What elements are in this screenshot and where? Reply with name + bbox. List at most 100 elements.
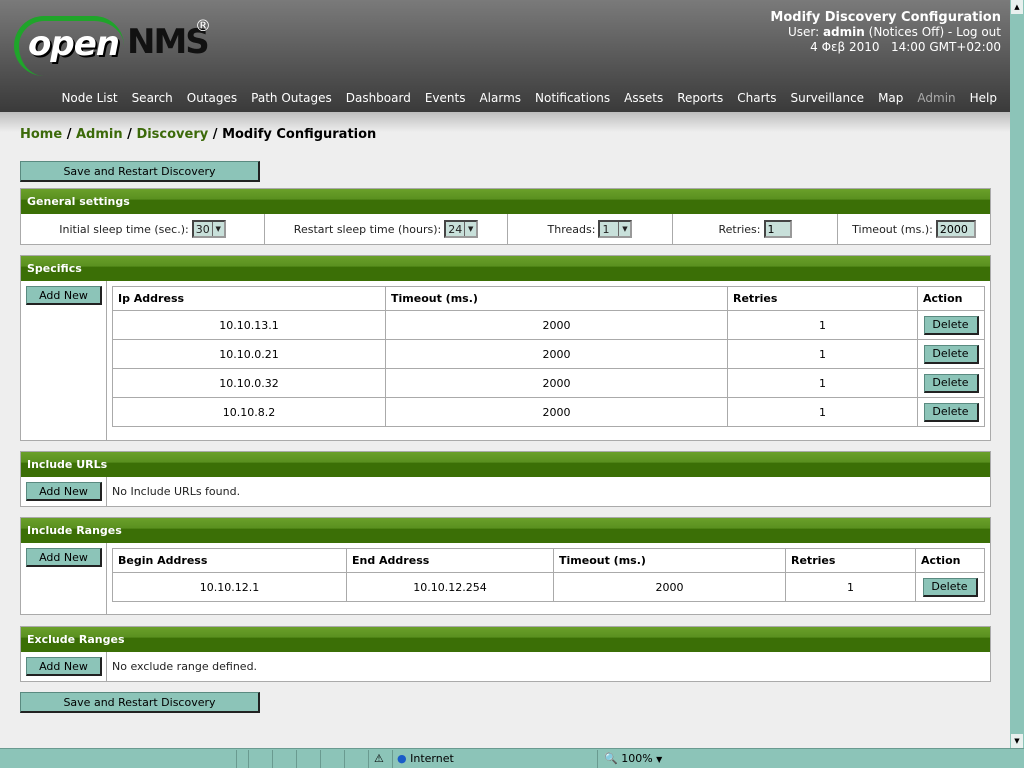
table-cell: 2000	[385, 368, 728, 398]
breadcrumb-admin[interactable]: Admin	[76, 127, 123, 142]
timeout-label: Timeout (ms.):	[852, 222, 933, 236]
section-title: Specifics	[21, 256, 990, 281]
initial-sleep-select[interactable]: 30 ▼	[191, 220, 226, 238]
retries-label: Retries:	[718, 222, 761, 236]
table-row: 10.10.12.1 10.10.12.254 2000 1 Delete	[112, 572, 985, 602]
chevron-down-icon: ▼	[211, 222, 224, 236]
zoom-control[interactable]: 🔍 100% ▼	[597, 749, 677, 768]
table-cell: 10.10.12.254	[346, 572, 554, 602]
nav-reports[interactable]: Reports	[677, 91, 723, 105]
nav-node-list[interactable]: Node List	[61, 91, 117, 105]
chevron-down-icon: ▼	[618, 222, 631, 236]
section-title: Exclude Ranges	[21, 627, 990, 652]
opennms-logo[interactable]: open NMS ®	[14, 12, 224, 76]
breadcrumb-discovery[interactable]: Discovery	[136, 127, 208, 142]
breadcrumb-home[interactable]: Home	[20, 127, 62, 142]
magnifier-icon: 🔍	[604, 751, 618, 765]
popup-blocked-icon[interactable]: ⚠	[368, 749, 392, 768]
table-cell: 1	[727, 339, 918, 369]
column-header: Action	[915, 548, 985, 573]
column-header: Begin Address	[112, 548, 347, 573]
section-title: Include Ranges	[21, 518, 990, 543]
include-urls-section: Include URLs Add New No Include URLs fou…	[20, 451, 991, 507]
column-header: Action	[917, 286, 985, 311]
table-cell: 1	[785, 572, 916, 602]
section-title: General settings	[21, 189, 990, 214]
delete-button[interactable]: Delete	[922, 577, 978, 597]
nav-admin[interactable]: Admin	[917, 91, 955, 105]
scrollbar[interactable]: ▲ ▼	[1010, 0, 1024, 748]
datetime: 4 Φεβ 2010 14:00 GMT+02:00	[810, 40, 1001, 54]
include-ranges-table: Begin Address End Address Timeout (ms.) Ret…	[112, 548, 985, 602]
status-bar: ⚠ ● Internet 🔍 100% ▼	[0, 748, 1024, 768]
delete-button[interactable]: Delete	[923, 373, 979, 393]
nav-dashboard[interactable]: Dashboard	[346, 91, 411, 105]
threads-label: Threads:	[547, 222, 596, 236]
nav-notifications[interactable]: Notifications	[535, 91, 610, 105]
add-range-button[interactable]: Add New	[26, 548, 102, 567]
threads-select[interactable]: 1 ▼	[598, 220, 633, 238]
nav-help[interactable]: Help	[970, 91, 997, 105]
table-cell: 10.10.12.1	[112, 572, 347, 602]
restart-sleep-label: Restart sleep time (hours):	[293, 222, 442, 236]
restart-sleep-select[interactable]: 24 ▼	[444, 220, 479, 238]
action-cell: Delete	[915, 572, 985, 602]
nav-surveillance[interactable]: Surveillance	[790, 91, 864, 105]
table-cell: 10.10.8.2	[112, 397, 386, 427]
logout-link[interactable]: Log out	[956, 25, 1001, 39]
security-zone: Internet	[410, 751, 454, 765]
table-cell: 2000	[553, 572, 786, 602]
table-cell: 2000	[385, 310, 728, 340]
empty-message: No Include URLs found.	[112, 485, 241, 498]
breadcrumb: Home / Admin / Discovery / Modify Config…	[20, 127, 377, 142]
save-restart-button-top[interactable]: Save and Restart Discovery	[20, 161, 260, 182]
table-row: 10.10.13.1 2000 1 Delete	[112, 310, 985, 340]
nav-map[interactable]: Map	[878, 91, 903, 105]
nav-events[interactable]: Events	[425, 91, 466, 105]
exclude-ranges-section: Exclude Ranges Add New No exclude range …	[20, 626, 991, 682]
retries-input[interactable]	[763, 220, 792, 238]
table-row: 10.10.8.2 2000 1 Delete	[112, 397, 985, 427]
table-cell: 1	[727, 397, 918, 427]
delete-button[interactable]: Delete	[923, 344, 979, 364]
user-label: User:	[787, 25, 820, 39]
column-header: Retries	[727, 286, 918, 311]
nav-search[interactable]: Search	[132, 91, 173, 105]
globe-icon: ●	[397, 751, 407, 765]
column-header: Ip Address	[112, 286, 386, 311]
specifics-table: Ip Address Timeout (ms.) Retries Action 10.1…	[112, 286, 985, 427]
add-url-button[interactable]: Add New	[26, 482, 102, 501]
table-cell: 10.10.0.32	[112, 368, 386, 398]
nav-charts[interactable]: Charts	[737, 91, 776, 105]
action-cell: Delete	[917, 368, 985, 398]
empty-message: No exclude range defined.	[112, 660, 258, 673]
add-specific-button[interactable]: Add New	[26, 286, 102, 305]
save-restart-button-bottom[interactable]: Save and Restart Discovery	[20, 692, 260, 713]
notices-status: (Notices Off) -	[868, 25, 953, 39]
section-title: Include URLs	[21, 452, 990, 477]
table-row: 10.10.0.21 2000 1 Delete	[112, 339, 985, 369]
header: open NMS ® Modify Discovery Configuration …	[0, 0, 1010, 112]
nav-alarms[interactable]: Alarms	[479, 91, 521, 105]
scroll-down-icon[interactable]: ▼	[1011, 734, 1023, 748]
nav-assets[interactable]: Assets	[624, 91, 663, 105]
add-exclude-button[interactable]: Add New	[26, 657, 102, 676]
table-cell: 10.10.0.21	[112, 339, 386, 369]
delete-button[interactable]: Delete	[923, 315, 979, 335]
table-cell: 1	[727, 368, 918, 398]
timeout-input[interactable]	[935, 220, 976, 238]
main-nav: Node List Search Outages Path Outages Dashbo…	[61, 91, 997, 105]
scroll-up-icon[interactable]: ▲	[1011, 0, 1023, 14]
delete-button[interactable]: Delete	[923, 402, 979, 422]
nav-outages[interactable]: Outages	[187, 91, 237, 105]
chevron-down-icon: ▼	[656, 754, 663, 764]
page-heading: Modify Discovery Configuration	[770, 10, 1001, 25]
table-row: 10.10.0.32 2000 1 Delete	[112, 368, 985, 398]
column-header: Timeout (ms.)	[553, 548, 786, 573]
nav-path-outages[interactable]: Path Outages	[251, 91, 332, 105]
table-cell: 10.10.13.1	[112, 310, 386, 340]
column-header: Timeout (ms.)	[385, 286, 728, 311]
table-cell: 2000	[385, 397, 728, 427]
column-header: Retries	[785, 548, 916, 573]
breadcrumb-current: Modify Configuration	[222, 127, 377, 142]
